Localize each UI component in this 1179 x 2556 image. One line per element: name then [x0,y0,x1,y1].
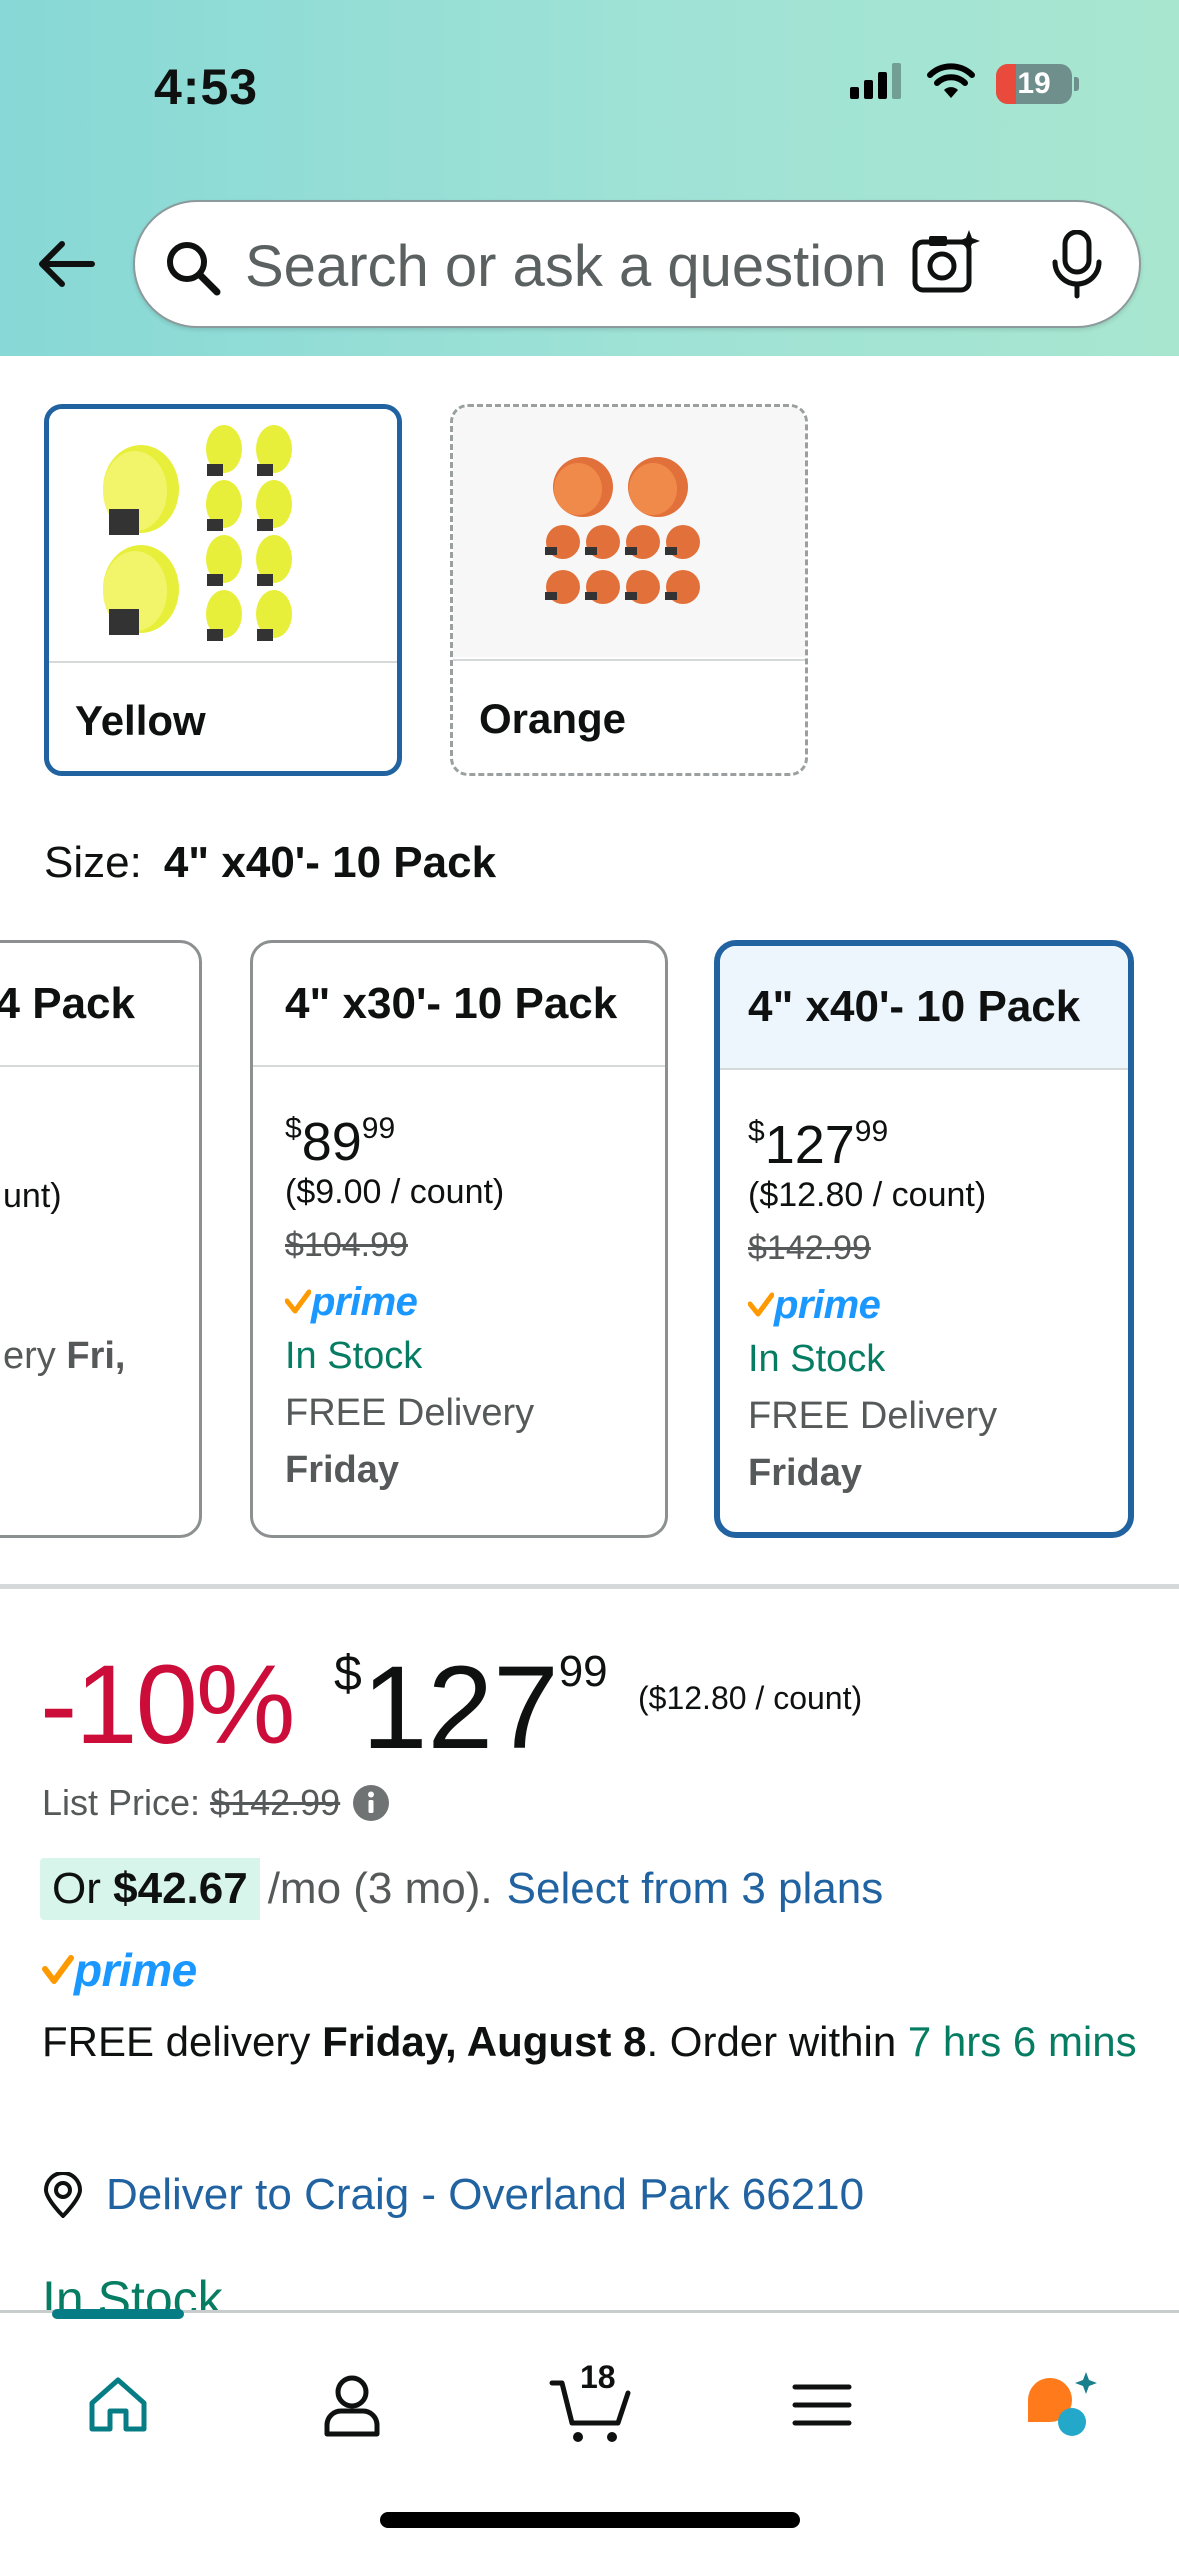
option-price: $8999 [285,1112,396,1172]
prime-badge: prime [748,1282,1128,1328]
stock-status-peek: In Stock [42,2271,223,2312]
deliver-to-link[interactable]: Deliver to Craig - Overland Park 66210 [42,2170,864,2220]
product-image-orange [453,407,805,657]
size-option-card-30ft[interactable]: 4" x30'- 10 Pack $8999 ($9.00 / count) $… [250,940,668,1538]
select-plans-link[interactable]: Select from 3 plans [507,1864,884,1914]
color-label: Orange [479,695,627,742]
person-icon [324,2375,380,2437]
delivery-date: Friday, August 8 [322,2018,647,2065]
color-option-yellow[interactable]: Yellow [44,404,402,776]
hamburger-menu-icon [792,2384,852,2426]
option-price: $12799 [748,1115,889,1175]
list-price-row: List Price: $142.99 [42,1782,390,1824]
location-pin-icon [43,2172,83,2218]
prime-logo: prime [42,1942,197,1998]
battery-level: 19 [1017,66,1051,100]
size-option-card-40ft[interactable]: 4" x40'- 10 Pack $12799 ($12.80 / count)… [714,940,1134,1538]
size-selector-label: Size: 4" x40'- 10 Pack [44,838,496,888]
back-arrow-icon [39,241,95,287]
product-image-yellow [49,409,397,659]
list-price: $142.99 [748,1229,871,1267]
order-countdown: 7 hrs 6 mins [907,2018,1137,2065]
size-option-title: 4" x40'- 10 Pack [720,946,1128,1070]
search-icon [163,238,223,303]
back-button[interactable] [34,232,98,296]
current-price: $12799 [334,1642,608,1774]
cellular-signal-icon [850,63,906,104]
search-bar[interactable] [133,200,1141,328]
status-time: 4:53 [154,59,259,115]
tab-rufus-assistant[interactable] [1012,2355,1112,2455]
size-label: Size: [44,838,142,887]
delivery-day: Friday [285,1449,400,1491]
tab-home[interactable] [68,2355,168,2455]
list-price-label: List Price: [42,1782,201,1823]
camera-lens-icon[interactable] [911,228,981,303]
rufus-assistant-icon [1028,2372,1097,2436]
wifi-icon [926,62,976,105]
delivery-text: FREE Delivery [285,1392,535,1434]
delivery-day: Friday [748,1452,863,1494]
active-tab-indicator [52,2309,184,2319]
prime-check-icon [42,1955,74,1984]
home-indicator [380,2512,800,2528]
discount-percentage: -10% [40,1642,295,1767]
size-option-card-partial[interactable]: 4 Pack unt) ery Fri, [0,940,202,1538]
size-option-title: 4 Pack [0,979,135,1028]
prime-check-icon [748,1292,774,1317]
stock-status: In Stock [285,1335,423,1377]
size-option-title: 4" x30'- 10 Pack [253,943,665,1067]
installment-offer: Or $42.67 /mo (3 mo). Select from 3 plan… [40,1858,883,1920]
installment-pill: Or $42.67 [40,1858,260,1920]
delivery-text: ery Fri, [3,1335,126,1377]
delivery-text: FREE Delivery [748,1395,998,1437]
unit-price: ($12.80 / count) [748,1176,987,1214]
tab-menu[interactable] [772,2355,872,2455]
price-per-count: ($12.80 / count) [638,1680,863,1716]
installment-term: /mo (3 mo). [267,1864,493,1913]
battery-icon: 19 [996,63,1079,104]
stock-status: In Stock [748,1338,886,1380]
deliver-to-address: Deliver to Craig - Overland Park 66210 [106,2170,865,2219]
tab-cart[interactable]: 18 [538,2355,648,2455]
info-icon[interactable] [352,1784,390,1822]
unit-price: unt) [3,1177,62,1215]
unit-price: ($9.00 / count) [285,1173,505,1211]
delivery-estimate: FREE delivery Friday, August 8. Order wi… [42,2018,1137,2065]
prime-check-icon [285,1289,311,1314]
cart-count-badge: 18 [580,2359,616,2395]
color-label: Yellow [75,697,206,744]
tab-account[interactable] [302,2355,402,2455]
size-value: 4" x40'- 10 Pack [163,838,497,887]
list-price: $104.99 [285,1226,408,1264]
status-icons: 19 [850,62,1079,105]
prime-badge: prime [285,1279,665,1325]
list-price-value: $142.99 [210,1782,341,1823]
color-option-orange[interactable]: Orange [450,404,808,776]
header: 4:53 19 [0,0,1179,356]
home-icon [89,2377,147,2432]
microphone-icon[interactable] [1049,229,1105,305]
section-divider [0,1584,1179,1589]
